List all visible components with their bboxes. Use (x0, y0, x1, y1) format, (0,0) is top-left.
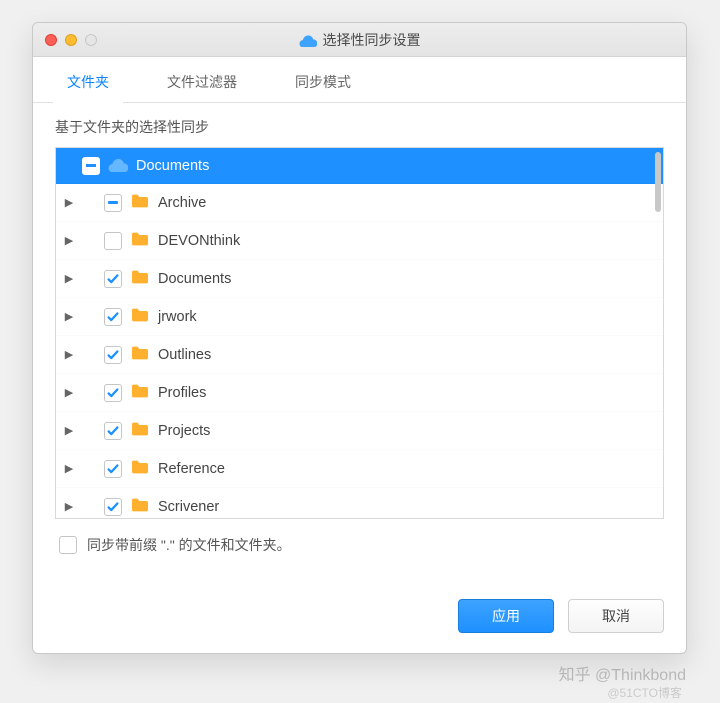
folder-label: Documents (136, 158, 209, 174)
tree-row[interactable]: ▶ Projects (56, 412, 663, 450)
dotfiles-checkbox[interactable] (59, 536, 77, 554)
folder-checkbox[interactable] (82, 157, 100, 175)
cloud-folder-icon (108, 156, 128, 176)
folder-checkbox[interactable] (104, 194, 122, 212)
folder-label: Archive (158, 195, 206, 211)
dotfiles-option[interactable]: 同步带前缀 "." 的文件和文件夹。 (55, 519, 664, 571)
cloud-icon (299, 33, 317, 47)
disclosure-icon[interactable]: ▶ (64, 234, 74, 247)
folder-icon (130, 421, 150, 441)
folder-checkbox[interactable] (104, 308, 122, 326)
content-area: 基于文件夹的选择性同步 ▶ Documents ▶ Archive ▶ DEVO… (33, 103, 686, 593)
watermark-secondary: @51CTO博客 (607, 684, 682, 701)
folder-icon (130, 193, 150, 213)
folder-checkbox[interactable] (104, 232, 122, 250)
folder-label: jrwork (158, 309, 197, 325)
disclosure-icon[interactable]: ▶ (64, 310, 74, 323)
folder-icon (130, 459, 150, 479)
folder-icon (130, 383, 150, 403)
section-label: 基于文件夹的选择性同步 (55, 117, 664, 137)
disclosure-icon[interactable]: ▶ (64, 386, 74, 399)
folder-label: DEVONthink (158, 233, 240, 249)
folder-icon (130, 345, 150, 365)
tab-bar: 文件夹 文件过滤器 同步模式 (33, 57, 686, 103)
folder-label: Projects (158, 423, 210, 439)
folder-icon (130, 269, 150, 289)
dialog-buttons: 应用 取消 (33, 593, 686, 653)
cancel-button[interactable]: 取消 (568, 599, 664, 633)
dotfiles-label: 同步带前缀 "." 的文件和文件夹。 (87, 535, 291, 555)
titlebar: 选择性同步设置 (33, 23, 686, 57)
folder-checkbox[interactable] (104, 422, 122, 440)
folder-tree: ▶ Documents ▶ Archive ▶ DEVONthink ▶ Doc… (55, 147, 664, 519)
minimize-icon[interactable] (65, 34, 77, 46)
zoom-icon (85, 34, 97, 46)
tab-filters[interactable]: 文件过滤器 (153, 60, 251, 102)
folder-checkbox[interactable] (104, 346, 122, 364)
window-title: 选择性同步设置 (323, 30, 421, 50)
tree-row[interactable]: ▶ DEVONthink (56, 222, 663, 260)
tree-row[interactable]: ▶ Outlines (56, 336, 663, 374)
scrollbar[interactable] (655, 152, 661, 212)
disclosure-icon[interactable]: ▶ (64, 272, 74, 285)
folder-checkbox[interactable] (104, 270, 122, 288)
tree-row-root[interactable]: ▶ Documents (56, 148, 663, 184)
tree-row[interactable]: ▶ Documents (56, 260, 663, 298)
folder-label: Outlines (158, 347, 211, 363)
tree-row[interactable]: ▶ Archive (56, 184, 663, 222)
tree-row[interactable]: ▶ Reference (56, 450, 663, 488)
tree-row[interactable]: ▶ Scrivener (56, 488, 663, 518)
tab-folders[interactable]: 文件夹 (53, 60, 123, 102)
watermark: 知乎 @Thinkbond (559, 661, 686, 685)
folder-checkbox[interactable] (104, 384, 122, 402)
folder-checkbox[interactable] (104, 460, 122, 478)
folder-label: Documents (158, 271, 231, 287)
window-controls (45, 34, 97, 46)
close-icon[interactable] (45, 34, 57, 46)
folder-checkbox[interactable] (104, 498, 122, 516)
tab-sync-mode[interactable]: 同步模式 (281, 60, 365, 102)
apply-button[interactable]: 应用 (458, 599, 554, 633)
folder-label: Profiles (158, 385, 206, 401)
disclosure-icon[interactable]: ▶ (64, 462, 74, 475)
disclosure-icon[interactable]: ▶ (64, 196, 74, 209)
folder-icon (130, 231, 150, 251)
folder-icon (130, 497, 150, 517)
disclosure-icon[interactable]: ▶ (64, 500, 74, 513)
tree-row[interactable]: ▶ Profiles (56, 374, 663, 412)
disclosure-icon[interactable]: ▶ (64, 348, 74, 361)
folder-label: Reference (158, 461, 225, 477)
settings-window: 选择性同步设置 文件夹 文件过滤器 同步模式 基于文件夹的选择性同步 ▶ Doc… (32, 22, 687, 654)
tree-row[interactable]: ▶ jrwork (56, 298, 663, 336)
disclosure-icon[interactable]: ▶ (64, 424, 74, 437)
folder-label: Scrivener (158, 499, 219, 515)
folder-icon (130, 307, 150, 327)
